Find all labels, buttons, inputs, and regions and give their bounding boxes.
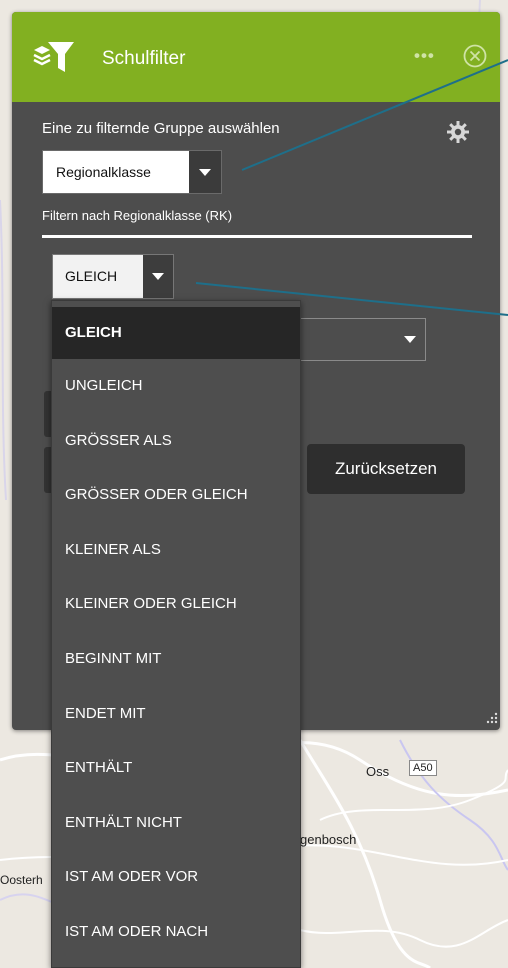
- resize-handle-icon[interactable]: [486, 712, 498, 726]
- map-label-town: Oosterh: [0, 873, 43, 887]
- dropdown-option[interactable]: ENTHÄLT NICHT: [52, 796, 300, 851]
- value-select[interactable]: [298, 318, 426, 361]
- dropdown-option[interactable]: UNGLEICH: [52, 359, 300, 414]
- panel-header[interactable]: Schulfilter •••: [12, 12, 500, 102]
- map-label-oss: Oss: [366, 764, 390, 779]
- caret-down-icon: [199, 168, 211, 176]
- group-select[interactable]: Regionalklasse: [42, 150, 222, 194]
- dropdown-option[interactable]: BEGINNT MIT: [52, 632, 300, 687]
- group-select-value: Regionalklasse: [43, 151, 189, 193]
- dropdown-option[interactable]: KLEINER ODER GLEICH: [52, 577, 300, 632]
- reset-button[interactable]: Zurücksetzen: [307, 444, 465, 494]
- dropdown-option[interactable]: ENDET MIT: [52, 687, 300, 742]
- gear-icon[interactable]: [446, 120, 470, 144]
- dropdown-option[interactable]: KLEINER ALS: [52, 523, 300, 578]
- panel-title: Schulfilter: [102, 48, 186, 69]
- operator-select[interactable]: GLEICH: [52, 254, 174, 299]
- dropdown-option[interactable]: GRÖSSER ODER GLEICH: [52, 468, 300, 523]
- dropdown-option[interactable]: GLEICH: [52, 307, 300, 359]
- divider: [42, 235, 472, 238]
- dropdown-option[interactable]: GRÖSSER ALS: [52, 414, 300, 469]
- more-options-icon[interactable]: •••: [414, 46, 435, 66]
- operator-select-value: GLEICH: [53, 255, 143, 298]
- dropdown-option[interactable]: IST AM ODER VOR: [52, 850, 300, 905]
- caret-down-icon: [152, 273, 164, 280]
- map-label-city: genbosch: [300, 832, 357, 847]
- close-icon[interactable]: [463, 44, 487, 68]
- group-label: Eine zu filternde Gruppe auswählen: [42, 120, 280, 137]
- filter-caption: Filtern nach Regionalklasse (RK): [42, 208, 233, 223]
- dropdown-option[interactable]: IST AM ODER NACH: [52, 905, 300, 960]
- operator-dropdown-list: GLEICH UNGLEICH GRÖSSER ALS GRÖSSER ODER GL…: [51, 300, 301, 968]
- caret-down-icon: [404, 336, 416, 343]
- filter-funnel-icon: [33, 42, 74, 72]
- dropdown-option[interactable]: ENTHÄLT: [52, 741, 300, 796]
- road-shield: A50: [409, 760, 437, 776]
